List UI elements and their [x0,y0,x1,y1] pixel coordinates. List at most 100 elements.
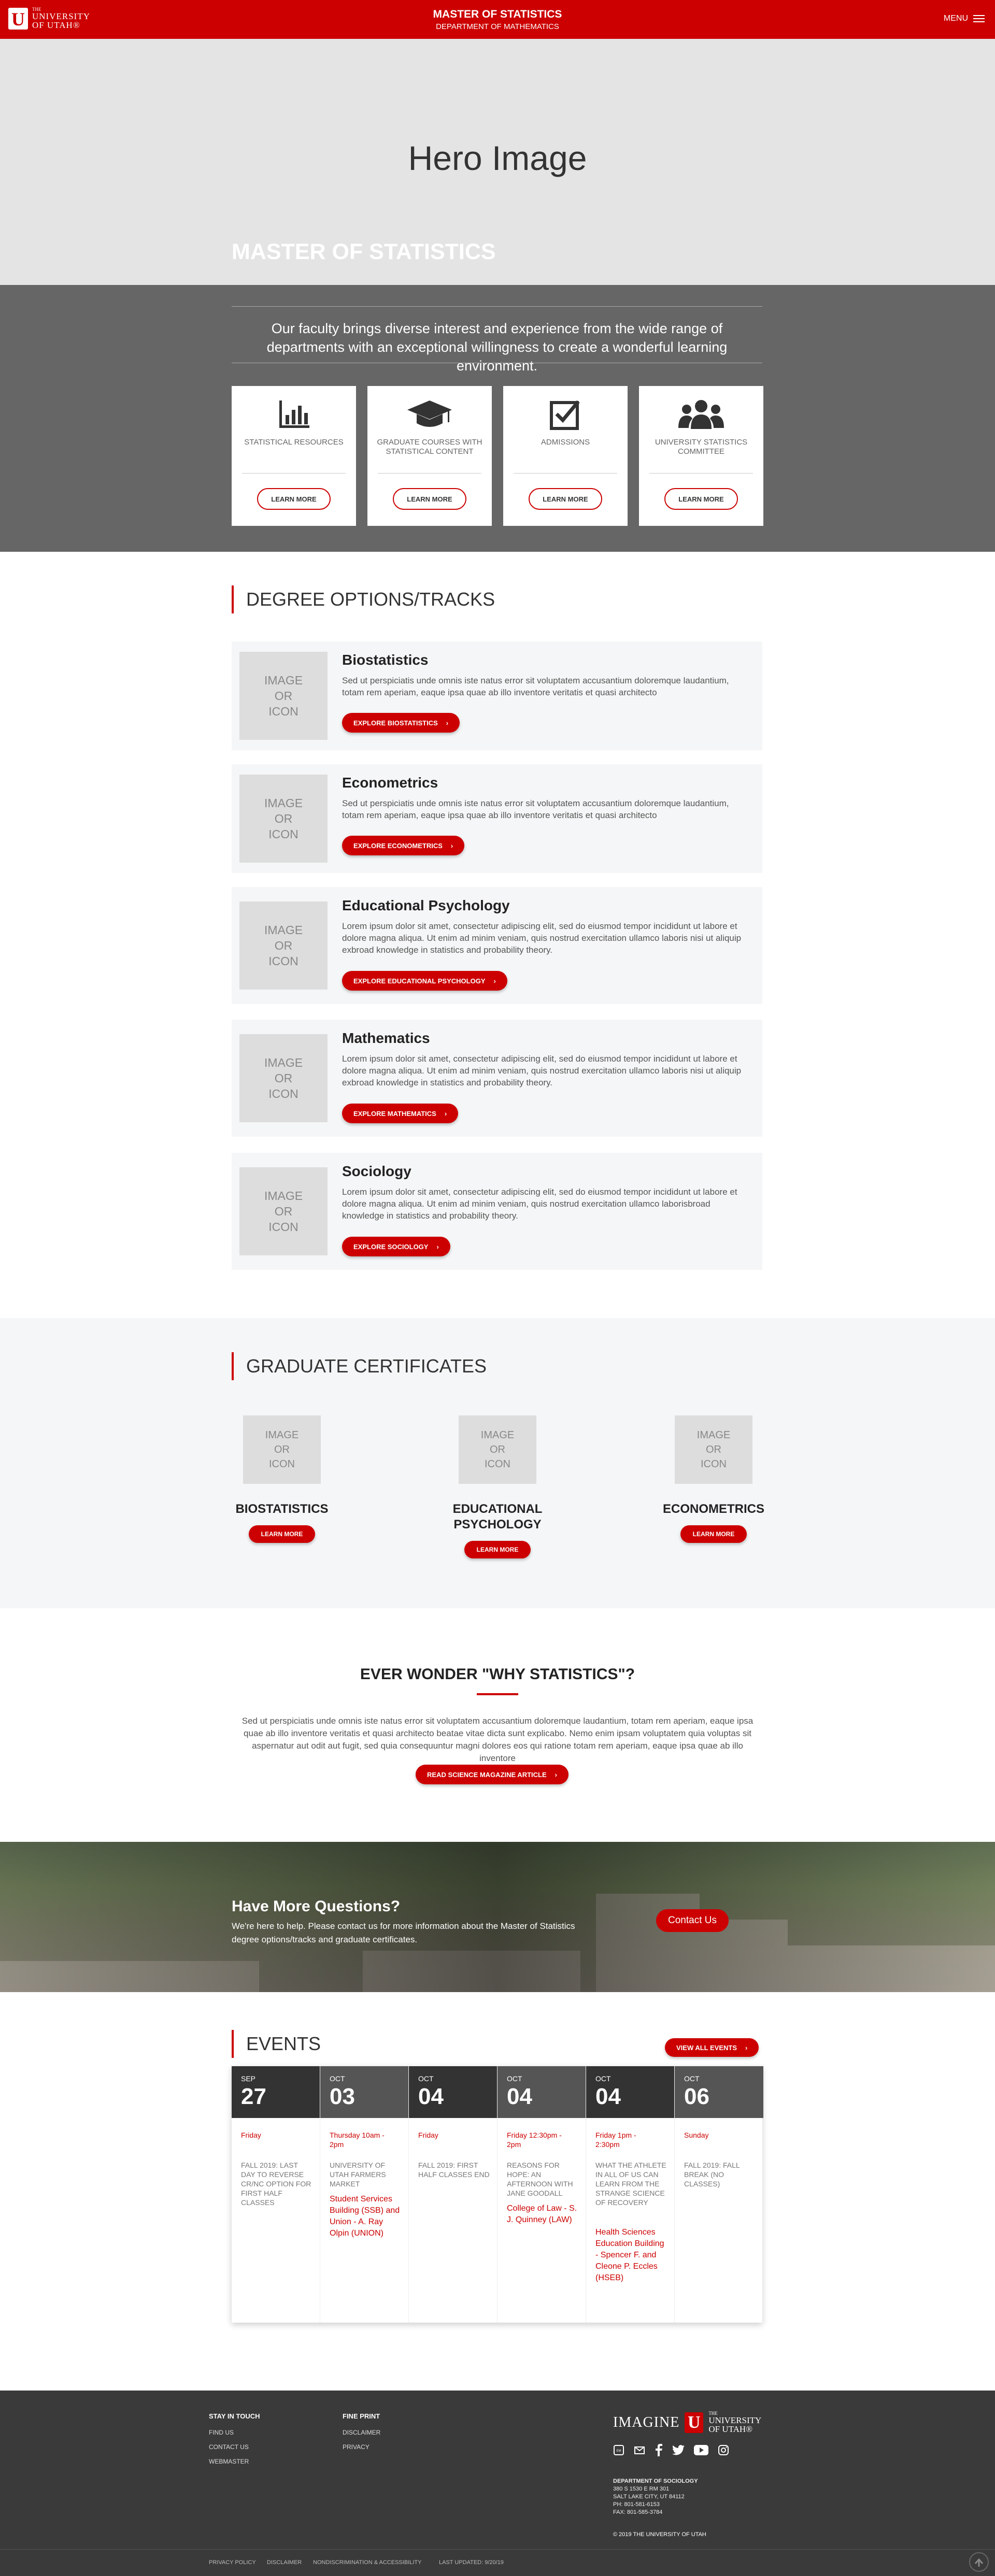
address-line: DEPARTMENT OF SOCIOLOGY [613,2478,698,2484]
learn-more-button[interactable]: LEARN MORE [248,1525,316,1543]
button-label: VIEW ALL EVENTS [676,2043,737,2052]
event-item[interactable]: OCT 06 Sunday FALL 2019: FALL BREAK (NO C… [675,2066,763,2323]
twitter-icon[interactable] [672,2445,685,2458]
events-heading-text: EVENTS [246,2033,321,2054]
contact-us-button[interactable]: Contact Us [656,1909,729,1932]
cta-text: We're here to help. Please contact us fo… [232,1921,575,1944]
event-month: OCT [684,2074,700,2083]
learn-more-button[interactable]: LEARN MORE [464,1541,531,1558]
arrow-up-icon [974,2558,984,2567]
social-links: EM [613,2444,729,2459]
site-title[interactable]: MASTER OF STATISTICS [0,8,995,21]
mail-icon[interactable] [634,2444,645,2458]
event-title[interactable]: FALL 2019: FIRST HALF CLASSES END [418,2160,491,2179]
view-all-events-button[interactable]: VIEW ALL EVENTS › [665,2038,759,2057]
image-placeholder: IMAGE OR ICON [239,901,328,990]
event-title[interactable]: UNIVERSITY OF UTAH FARMERS MARKET [330,2160,402,2188]
certificates-heading: GRADUATE CERTIFICATES [232,1352,487,1380]
event-date: OCT 06 [675,2066,763,2118]
learn-more-button[interactable]: LEARN MORE [393,488,466,510]
chevron-right-icon: › [745,2043,748,2052]
event-item[interactable]: OCT 04 Friday FALL 2019: FIRST HALF CLASS… [409,2066,497,2323]
event-date: OCT 04 [409,2066,497,2118]
chevron-right-icon: › [444,1109,447,1118]
svg-text:EM: EM [617,2450,621,2453]
event-title[interactable]: REASONS FOR HOPE: AN AFTERNOON WITH JANE… [507,2160,579,2198]
certificates-heading-text: GRADUATE CERTIFICATES [246,1355,487,1377]
read-article-button[interactable]: READ SCIENCE MAGAZINE ARTICLE › [416,1765,568,1784]
footer-link-privacy[interactable]: PRIVACY [343,2443,369,2451]
divider [232,306,762,307]
imagine-text: IMAGINE [613,2414,680,2430]
hero-placeholder: Hero Image [408,139,587,177]
image-placeholder: IMAGE OR ICON [675,1415,752,1484]
explore-biostatistics-button[interactable]: EXPLORE BIOSTATISTICS › [342,713,460,733]
youtube-icon[interactable] [694,2445,708,2458]
footer-link-find-us[interactable]: FIND US [209,2429,234,2436]
event-day: 04 [418,2084,444,2109]
divider [0,2549,995,2550]
learn-more-button[interactable]: LEARN MORE [529,488,602,510]
event-location[interactable]: Health Sciences Education Building - Spe… [595,2227,668,2284]
why-text: Sed ut perspiciatis unde omnis iste natu… [241,1716,754,1763]
explore-econometrics-button[interactable]: EXPLORE ECONOMETRICS › [342,836,465,855]
footer-link-privacy-policy[interactable]: PRIVACY POLICY [209,2559,256,2566]
image-placeholder: IMAGE OR ICON [239,1034,328,1122]
event-title[interactable]: FALL 2019: FALL BREAK (NO CLASSES) [684,2160,751,2188]
imagine-u-logo[interactable]: IMAGINE U THE UNIVERSITY OF UTAH® [613,2411,761,2434]
explore-sociology-button[interactable]: EXPLORE SOCIOLOGY › [342,1237,450,1256]
footer-link-contact-us[interactable]: CONTACT US [209,2443,249,2451]
event-location[interactable]: Student Services Building (SSB) and Unio… [330,2194,402,2239]
event-item[interactable]: OCT 03 Thursday 10am - 2pm UNIVERSITY OF … [320,2066,409,2323]
why-heading: EVER WONDER "WHY STATISTICS"? [360,1666,635,1683]
resource-card: ADMISSIONS LEARN MORE [503,386,628,526]
site-subtitle[interactable]: DEPARTMENT OF MATHEMATICS [0,22,995,31]
footer-link-disclaimer[interactable]: DISCLAIMER [267,2559,302,2566]
instagram-icon[interactable] [718,2444,729,2458]
button-label: READ SCIENCE MAGAZINE ARTICLE [427,1770,547,1779]
event-date: OCT 04 [497,2066,586,2118]
bar-chart-icon [232,396,356,433]
fine-print-heading: FINE PRINT [343,2412,380,2420]
certificate-biostatistics: IMAGE OR ICON BIOSTATISTICS LEARN MORE [209,1415,354,1543]
event-time: Friday [418,2131,438,2139]
degrees-heading: DEGREE OPTIONS/TRACKS [232,585,495,613]
learn-more-button[interactable]: LEARN MORE [664,488,738,510]
event-title[interactable]: WHAT THE ATHLETE IN ALL OF US CAN LEARN … [595,2160,668,2207]
event-title[interactable]: FALL 2019: LAST DAY TO REVERSE CR/NC OPT… [241,2160,314,2207]
event-item[interactable]: OCT 04 Friday 1pm - 2:30pm WHAT THE ATHLE… [586,2066,675,2323]
contact-banner: Have More Questions? We're here to help.… [0,1842,995,1992]
explore-educational-psychology-button[interactable]: EXPLORE EDUCATIONAL PSYCHOLOGY › [342,971,507,991]
event-time: Friday 12:30pm - 2pm [507,2131,562,2149]
chevron-right-icon: › [555,1770,557,1779]
hamburger-icon [973,13,985,24]
resource-card: UNIVERSITY STATISTICS COMMITTEE LEARN MO… [639,386,763,526]
image-placeholder: IMAGE OR ICON [459,1415,536,1484]
event-item[interactable]: OCT 04 Friday 12:30pm - 2pm REASONS FOR H… [497,2066,586,2323]
learn-more-button[interactable]: LEARN MORE [257,488,331,510]
explore-mathematics-button[interactable]: EXPLORE MATHEMATICS › [342,1104,459,1123]
image-placeholder: IMAGE OR ICON [243,1415,321,1484]
footer-link-nondiscrimination[interactable]: NONDISCRIMINATION & ACCESSIBILITY [313,2559,421,2566]
back-to-top-button[interactable] [969,2552,989,2572]
footer-link-webmaster[interactable]: WEBMASTER [209,2458,249,2465]
degree-text: Lorem ipsum dolor sit amet, consectetur … [342,1187,737,1221]
degree-text: Lorem ipsum dolor sit amet, consectetur … [342,921,742,955]
degree-card-sociology: IMAGE OR ICON Sociology Lorem ipsum dolor … [232,1153,762,1270]
graduation-cap-icon [367,396,492,433]
button-label: EXPLORE ECONOMETRICS [353,841,443,850]
degree-title: Econometrics [342,775,438,791]
menu-button[interactable]: MENU [944,13,985,24]
event-location[interactable]: College of Law - S. J. Quinney (LAW) [507,2203,579,2226]
image-placeholder: IMAGE OR ICON [239,1167,328,1255]
email-icon[interactable]: EM [613,2444,624,2458]
learn-more-button[interactable]: LEARN MORE [680,1525,747,1543]
site-header: THE UNIVERSITY OF UTAH® MASTER OF STATIS… [0,0,995,39]
footer-link-disclaimer[interactable]: DISCLAIMER [343,2429,380,2436]
event-date: SEP 27 [232,2066,320,2118]
events-list: SEP 27 Friday FALL 2019: LAST DAY TO REVE… [232,2066,763,2323]
degrees-heading-text: DEGREE OPTIONS/TRACKS [246,589,495,610]
facebook-icon[interactable] [655,2444,663,2459]
event-item[interactable]: SEP 27 Friday FALL 2019: LAST DAY TO REVE… [232,2066,320,2323]
event-month: OCT [418,2074,434,2083]
